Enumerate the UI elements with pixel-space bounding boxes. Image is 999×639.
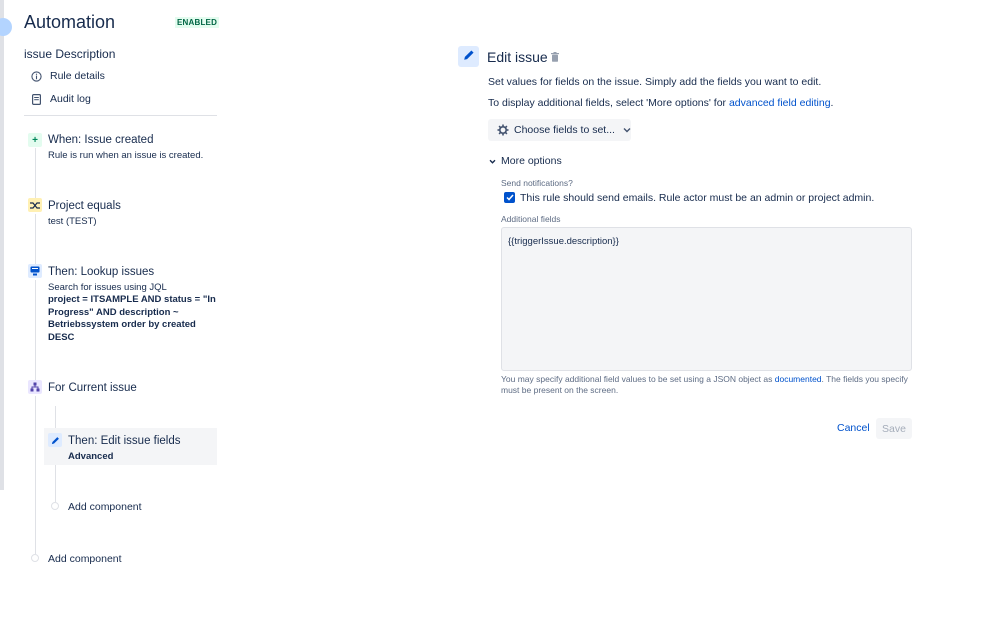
more-options-label: More options [501, 155, 562, 167]
nav-item-label: Audit log [50, 93, 91, 105]
nav-item-audit-log[interactable]: Audit log [30, 93, 91, 105]
nav-item-label: Rule details [50, 70, 105, 82]
component-subtitle: test (TEST) [48, 216, 97, 227]
more-info-suffix: . [830, 97, 834, 109]
chevron-down-icon [489, 159, 496, 164]
timeline-connector [35, 148, 36, 198]
shuffle-icon [28, 198, 42, 212]
additional-fields-input[interactable]: {{triggerIssue.description}} [501, 227, 912, 371]
component-title: For Current issue [48, 382, 137, 394]
component-title: Then: Edit issue fields [68, 435, 181, 447]
lookup-icon [28, 264, 42, 278]
add-component-root[interactable]: Add component [48, 553, 122, 565]
help-text: You may specify additional field values … [501, 374, 775, 384]
more-info-text: To display additional fields, select 'Mo… [488, 97, 729, 109]
component-subtitle: Rule is run when an issue is created. [48, 150, 204, 161]
send-notifications-label: Send notifications? [501, 178, 573, 188]
additional-fields-help: You may specify additional field values … [501, 374, 913, 395]
panel-title: Edit issue [487, 49, 548, 65]
more-options-toggle[interactable]: More options [489, 155, 562, 167]
panel-description: Set values for fields on the issue. Simp… [488, 76, 822, 88]
jql-query: project = ITSAMPLE AND status = "In Prog… [48, 294, 216, 343]
branch-icon [28, 380, 42, 394]
documented-link[interactable]: documented [775, 374, 822, 384]
gear-icon [497, 124, 509, 136]
choose-fields-button[interactable]: Choose fields to set... [488, 119, 631, 141]
component-title: When: Issue created [48, 134, 154, 146]
panel-more-info: To display additional fields, select 'Mo… [488, 97, 833, 109]
additional-fields-value: {{triggerIssue.description}} [508, 236, 619, 247]
send-notifications-text[interactable]: This rule should send emails. Rule actor… [520, 192, 874, 204]
edit-icon-box [458, 46, 479, 67]
additional-fields-label: Additional fields [501, 214, 561, 224]
page-scrollbar[interactable] [0, 0, 4, 490]
timeline-connector [35, 396, 36, 554]
component-title: Project equals [48, 200, 121, 212]
collapse-handle[interactable] [0, 18, 12, 36]
trash-icon[interactable] [551, 52, 559, 62]
info-icon [30, 70, 42, 82]
page-title: Automation [24, 12, 116, 32]
add-dot [51, 502, 59, 510]
save-button[interactable]: Save [876, 418, 912, 439]
cancel-button[interactable]: Cancel [832, 418, 875, 438]
chevron-down-icon [623, 127, 631, 133]
send-notifications-checkbox[interactable] [504, 192, 515, 203]
rule-name: issue Description [24, 47, 116, 61]
nav-item-rule-details[interactable]: Rule details [30, 70, 105, 82]
component-subtitle: Advanced [68, 451, 114, 462]
timeline-connector [35, 280, 36, 380]
plus-icon: + [28, 133, 42, 147]
component-title: Then: Lookup issues [48, 266, 155, 278]
status-badge: ENABLED [175, 17, 220, 28]
pencil-icon [48, 433, 62, 447]
timeline-connector [35, 214, 36, 264]
advanced-field-editing-link[interactable]: advanced field editing [729, 97, 831, 109]
add-component-nested[interactable]: Add component [68, 501, 142, 513]
document-icon [30, 93, 42, 105]
component-subtitle: Search for issues using JQL [48, 282, 167, 293]
nav-divider [24, 115, 217, 116]
add-dot [31, 554, 39, 562]
page-header: Automation [24, 12, 115, 33]
choose-fields-label: Choose fields to set... [514, 124, 615, 136]
pencil-icon [463, 49, 475, 64]
